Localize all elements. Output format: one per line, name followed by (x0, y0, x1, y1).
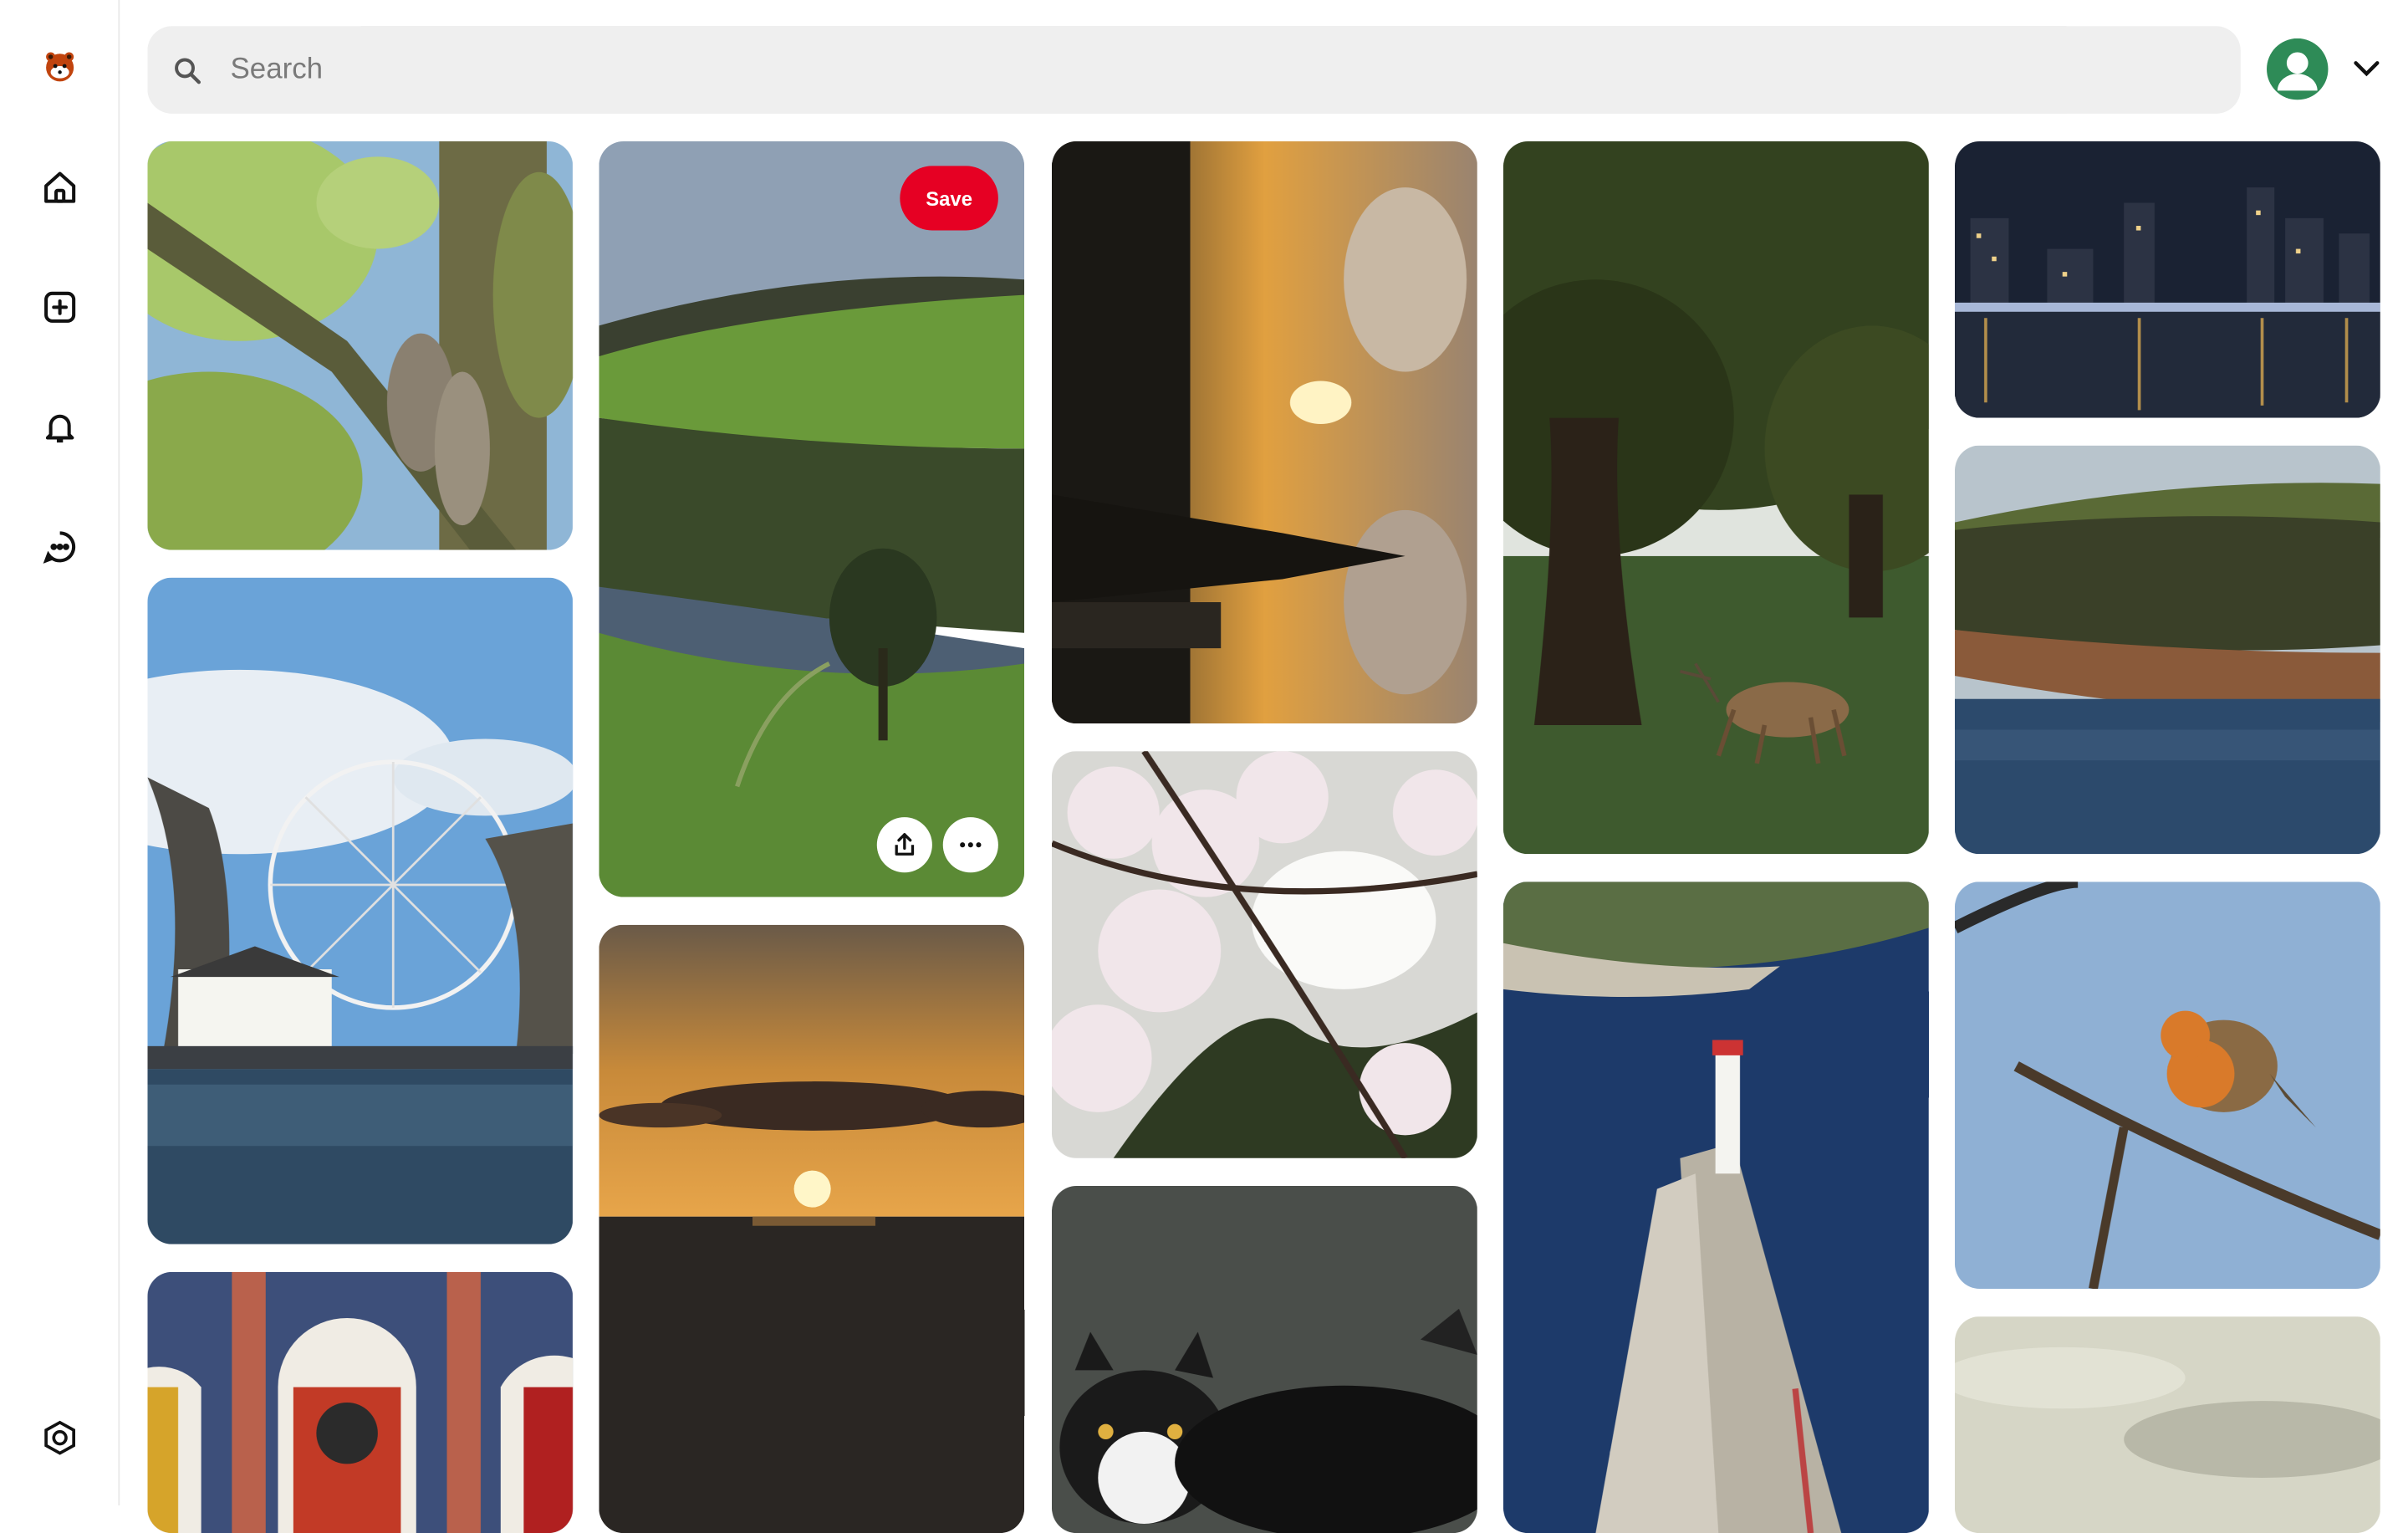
sidebar (0, 0, 120, 1505)
search-icon (175, 58, 201, 84)
pin-doors-arches[interactable] (147, 1271, 574, 1533)
share-icon (895, 833, 915, 856)
red-panda-logo-icon[interactable] (37, 43, 83, 89)
pin-city-night-river[interactable] (1955, 141, 2380, 418)
pin-squirrel-tree[interactable] (147, 141, 574, 550)
settings-hexagon-icon[interactable] (37, 1415, 83, 1461)
home-icon[interactable] (37, 165, 83, 211)
pin-deer-under-tree[interactable] (1503, 141, 1929, 855)
avatar[interactable] (2267, 38, 2329, 100)
pin-cherry-blossom[interactable] (1052, 751, 1477, 1158)
pin-robin-on-branch[interactable] (1955, 881, 2380, 1290)
create-plus-icon[interactable] (37, 284, 83, 330)
pin-ferris-wheel-lake[interactable] (147, 577, 574, 1244)
more-dots-icon (960, 842, 982, 848)
search-bar[interactable] (147, 26, 2241, 114)
messages-chat-icon[interactable] (37, 524, 83, 570)
save-button[interactable]: Save (900, 166, 998, 231)
notifications-bell-icon[interactable] (37, 404, 83, 450)
pin-cloudy-sky[interactable] (1955, 1316, 2380, 1533)
search-input[interactable] (227, 51, 2200, 89)
pin-black-white-cat[interactable] (1052, 1185, 1477, 1533)
pin-sea-sunset[interactable] (599, 924, 1025, 1533)
share-button[interactable] (876, 817, 932, 873)
pin-lighthouse-pier[interactable] (1503, 881, 1929, 1533)
chevron-down-icon[interactable] (2351, 57, 2382, 81)
pin-cliff-coast-river[interactable] (1955, 445, 2380, 855)
pin-sunset-tower-silhouette[interactable] (1052, 141, 1477, 724)
more-options-button[interactable] (942, 817, 998, 873)
pin-green-hills-river[interactable]: Save (599, 141, 1025, 897)
